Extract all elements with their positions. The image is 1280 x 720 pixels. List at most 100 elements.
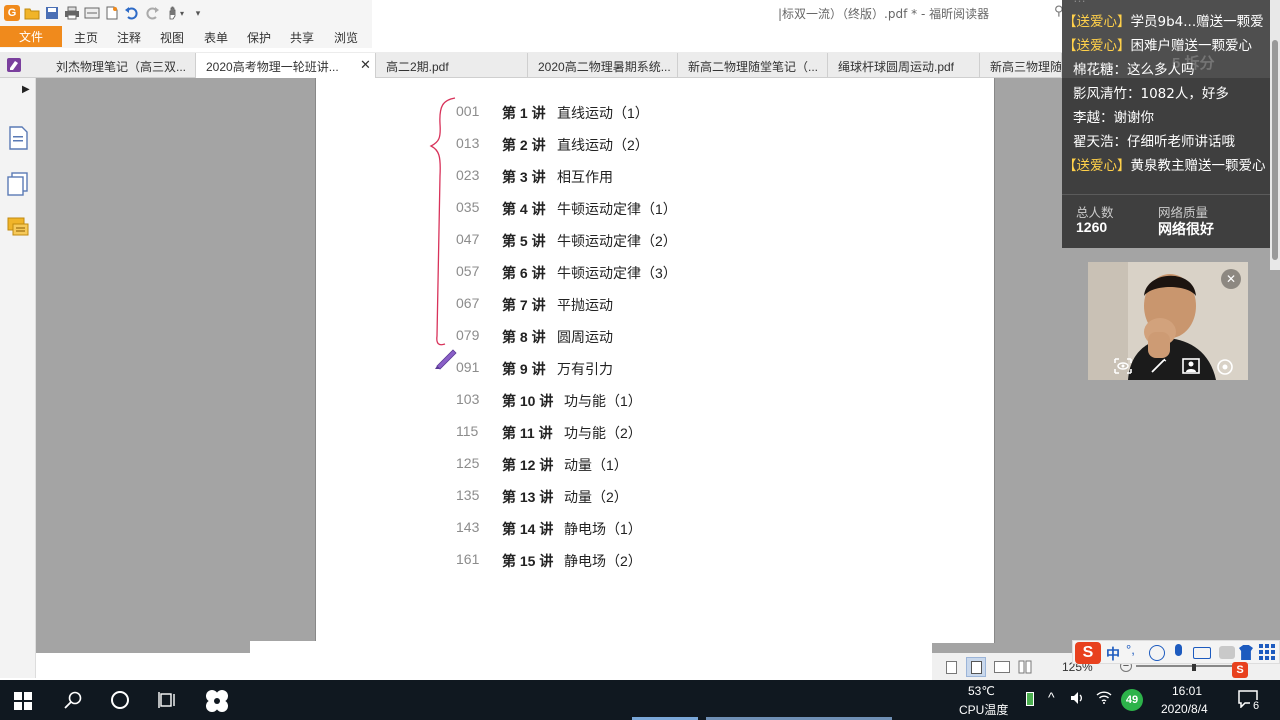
volume-icon[interactable] (1070, 690, 1086, 709)
tab-document-5[interactable]: 新高二物理随堂笔记（... (678, 53, 828, 78)
toc-entry[interactable]: 091 第 9 讲万有引力 (456, 359, 836, 379)
ime-toolbar: S 中 °, (1072, 640, 1280, 664)
eye-view-icon[interactable] (1114, 358, 1132, 378)
toc-lecture-number: 第 2 讲 (502, 137, 546, 153)
toc-entry[interactable]: 035 第 4 讲牛顿运动定律（1） (456, 199, 836, 219)
close-video-icon[interactable]: ✕ (1221, 269, 1241, 289)
open-folder-icon[interactable] (24, 5, 40, 21)
redo-icon[interactable] (144, 5, 160, 21)
skin-icon[interactable] (1219, 646, 1235, 659)
tab-document-4[interactable]: 2020高二物理暑期系统... (528, 53, 678, 78)
cortana-icon[interactable] (111, 691, 129, 709)
scrollbar-thumb[interactable] (1272, 40, 1278, 260)
beauty-filter-icon[interactable] (1150, 358, 1168, 377)
toc-entry[interactable]: 125 第 12 讲动量（1） (456, 455, 836, 475)
page-thumbnail-icon[interactable] (8, 126, 28, 153)
clock-time[interactable]: 16:01 (1172, 684, 1202, 698)
toc-entry[interactable]: 161 第 15 讲静电场（2） (456, 551, 836, 571)
foxit-logo-icon[interactable]: G (4, 5, 20, 21)
hand-tool-icon[interactable]: ▾ (164, 5, 186, 21)
tab-document-2[interactable]: 2020高考物理一轮班讲... (196, 53, 376, 79)
chat-message-text: 学员9b4...赠送一颗爱 (1130, 14, 1264, 30)
toc-lecture-title: 直线运动（1） (557, 105, 649, 121)
wifi-icon[interactable] (1096, 690, 1112, 707)
scan-icon[interactable] (84, 5, 100, 21)
toc-lecture-title: 功与能（1） (564, 393, 642, 409)
toc-entry[interactable]: 135 第 13 讲动量（2） (456, 487, 836, 507)
toc-lecture-title: 牛顿运动定律（3） (557, 265, 677, 281)
battery-icon[interactable] (1026, 692, 1034, 706)
toc-lecture-title: 平抛运动 (557, 297, 613, 313)
ime-mode[interactable]: 中 (1106, 644, 1120, 664)
continuous-view-icon[interactable] (966, 657, 986, 677)
teacher-video-feed[interactable]: ✕ (1088, 262, 1248, 380)
toc-entry[interactable]: 001 第 1 讲直线运动（1） (456, 103, 836, 123)
toc-entry[interactable]: 143 第 14 讲静电场（1） (456, 519, 836, 539)
rotate-camera-icon[interactable] (1216, 358, 1234, 379)
toc-page-number: 135 (456, 487, 480, 503)
toc-page-number: 125 (456, 455, 480, 471)
app-pinwheel-icon[interactable] (204, 688, 230, 717)
tab-document-3[interactable]: 高二2期.pdf (376, 53, 528, 78)
pdf-page[interactable]: 001 第 1 讲直线运动（1） 013 第 2 讲直线运动（2） 023 第 3 讲相互… (315, 78, 995, 643)
toc-lecture-title: 万有引力 (557, 361, 613, 377)
toc-entry[interactable]: 079 第 8 讲圆周运动 (456, 327, 836, 347)
toc-entry[interactable]: 115 第 11 讲功与能（2） (456, 423, 836, 443)
menu-annotate[interactable]: 注释 (117, 29, 141, 46)
facing-view-icon[interactable] (994, 661, 1010, 673)
tab-document-7[interactable]: 新高三物理随 (980, 53, 1062, 78)
chat-message-text: 翟天浩：仔细听老师讲话哦 (1073, 134, 1235, 150)
save-icon[interactable] (44, 5, 60, 21)
toc-entry[interactable]: 023 第 3 讲相互作用 (456, 167, 836, 187)
new-document-icon[interactable] (104, 5, 120, 21)
search-icon[interactable] (64, 691, 82, 712)
menu-view[interactable]: 视图 (160, 29, 184, 46)
chat-message: 影风清竹：1082人，好多 (1073, 82, 1229, 102)
toc-entry[interactable]: 057 第 6 讲牛顿运动定律（3） (456, 263, 836, 283)
task-view-icon[interactable] (158, 691, 178, 712)
toc-lecture-number: 第 12 讲 (502, 457, 554, 473)
undo-icon[interactable] (124, 5, 140, 21)
windows-start-icon[interactable] (14, 692, 32, 713)
expand-panel-arrow-icon[interactable]: ▶ (22, 84, 30, 95)
toc-lecture-title: 相互作用 (557, 169, 613, 185)
print-icon[interactable] (64, 5, 80, 21)
sogou-tray-icon[interactable]: S (1232, 662, 1248, 678)
toc-entry[interactable]: 013 第 2 讲直线运动（2） (456, 135, 836, 155)
tab-close-icon[interactable]: ✕ (360, 57, 371, 73)
tab-document-1[interactable]: 刘杰物理笔记（高三双... (46, 53, 196, 78)
emoji-icon[interactable] (1149, 645, 1165, 661)
toc-entry[interactable]: 047 第 5 讲牛顿运动定律（2） (456, 231, 836, 251)
clock-date[interactable]: 2020/8/4 (1161, 702, 1208, 716)
menu-file[interactable]: 文件 (0, 26, 62, 47)
sogou-ime-logo-icon[interactable]: S (1075, 642, 1101, 664)
window-title: |标双一流）（终版）.pdf * - 福昕阅读器 (778, 7, 990, 21)
toc-entry[interactable]: 067 第 7 讲平抛运动 (456, 295, 836, 315)
tab-list-icon[interactable] (6, 57, 22, 73)
layers-icon[interactable] (7, 172, 29, 199)
menu-home[interactable]: 主页 (74, 29, 98, 46)
voice-input-icon[interactable] (1175, 644, 1182, 656)
tab-document-6[interactable]: 绳球杆球圆周运动.pdf (828, 53, 980, 78)
zoom-slider[interactable] (1136, 661, 1234, 671)
menu-browse[interactable]: 浏览 (334, 29, 358, 46)
menu-protect[interactable]: 保护 (247, 29, 271, 46)
clothes-icon[interactable] (1239, 645, 1253, 660)
comments-icon[interactable] (7, 216, 29, 241)
show-hidden-icons-icon[interactable]: ^ (1048, 689, 1055, 705)
chat-divider (1062, 194, 1270, 195)
cpu-temperature-label: CPU温度 (959, 703, 1009, 717)
keyboard-icon[interactable] (1193, 647, 1211, 659)
single-page-view-icon[interactable] (946, 661, 957, 674)
continuous-facing-view-icon[interactable] (1018, 660, 1032, 674)
ime-punct[interactable]: °, (1126, 642, 1135, 657)
security-badge[interactable]: 49 (1121, 689, 1143, 711)
page-scrollbar[interactable] (1270, 0, 1280, 270)
chat-message-text: 李越：谢谢你 (1073, 110, 1154, 126)
menu-share[interactable]: 共享 (290, 29, 314, 46)
toc-entry[interactable]: 103 第 10 讲功与能（1） (456, 391, 836, 411)
customize-toolbar-icon[interactable]: ▾ (190, 5, 206, 21)
portrait-mode-icon[interactable] (1182, 358, 1200, 377)
menu-form[interactable]: 表单 (204, 29, 228, 46)
ime-grid-icon[interactable] (1259, 644, 1275, 660)
